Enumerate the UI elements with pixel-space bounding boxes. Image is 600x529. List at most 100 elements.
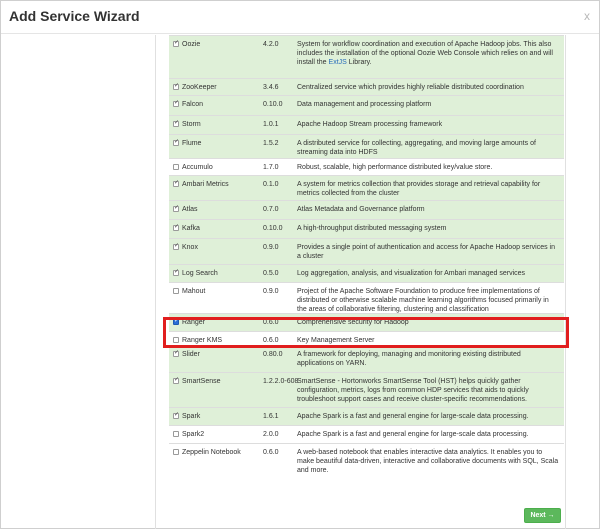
service-description: Apache Hadoop Stream processing framewor… bbox=[297, 120, 559, 129]
service-row: Kafka0.10.0A high-throughput distributed… bbox=[169, 219, 564, 238]
extjs-link[interactable]: ExtJS bbox=[329, 59, 347, 66]
service-name: Storm bbox=[182, 121, 201, 128]
content-divider bbox=[565, 35, 566, 529]
service-description-text: Apache Spark is a fast and general engin… bbox=[297, 431, 529, 438]
service-name: Zeppelin Notebook bbox=[182, 449, 241, 456]
service-name: Ranger bbox=[182, 319, 205, 326]
checkbox-icon bbox=[173, 317, 179, 326]
checkbox-icon bbox=[173, 82, 179, 91]
service-row: Log Search0.5.0Log aggregation, analysis… bbox=[169, 264, 564, 282]
service-name: Knox bbox=[182, 244, 198, 251]
service-description-text: SmartSense - Hortonworks SmartSense Tool… bbox=[297, 378, 529, 403]
checkbox-icon bbox=[173, 411, 179, 420]
service-row: Zeppelin Notebook 0.6.0 A web-based notebo… bbox=[169, 443, 564, 482]
service-row: Storm1.0.1Apache Hadoop Stream processin… bbox=[169, 115, 564, 134]
service-description: Data management and processing platform bbox=[297, 100, 559, 109]
service-name: Atlas bbox=[182, 206, 198, 213]
service-name: Log Search bbox=[182, 270, 218, 277]
service-description: Key Management Server bbox=[297, 336, 559, 345]
service-description-text: A distributed service for collecting, ag… bbox=[297, 140, 536, 156]
service-name: Accumulo bbox=[182, 164, 213, 171]
service-description: A system for metrics collection that pro… bbox=[297, 180, 559, 198]
service-description: Comprehensive security for Hadoop bbox=[297, 318, 559, 327]
checkbox-icon bbox=[173, 119, 179, 128]
checkbox-icon bbox=[173, 376, 179, 385]
service-row: Knox0.9.0Provides a single point of auth… bbox=[169, 238, 564, 264]
service-description-text: Data management and processing platform bbox=[297, 101, 432, 108]
service-description-text: A system for metrics collection that pro… bbox=[297, 181, 541, 197]
service-name: Mahout bbox=[182, 288, 206, 295]
service-description-text: Atlas Metadata and Governance platform bbox=[297, 206, 425, 213]
checkbox-icon bbox=[173, 288, 179, 294]
service-name: Slider bbox=[182, 351, 200, 358]
checkbox-icon bbox=[173, 223, 179, 232]
service-description: Log aggregation, analysis, and visualiza… bbox=[297, 269, 559, 278]
service-description: Atlas Metadata and Governance platform bbox=[297, 205, 559, 214]
service-row: Ranger0.6.0Comprehensive security for Ha… bbox=[169, 313, 564, 331]
service-name: Ranger KMS bbox=[182, 337, 223, 344]
service-name: ZooKeeper bbox=[182, 84, 217, 91]
service-row: Accumulo 1.7.0 Robust, scalable, high perf… bbox=[169, 158, 564, 175]
service-row: Ambari Metrics0.1.0A system for metrics … bbox=[169, 175, 564, 200]
service-row: Spark2 2.0.0 Apache Spark is a fast and ge… bbox=[169, 425, 564, 443]
service-description-text: A web-based notebook that enables intera… bbox=[297, 449, 559, 474]
service-description: Apache Spark is a fast and general engin… bbox=[297, 412, 559, 421]
service-description-text: Provides a single point of authenticatio… bbox=[297, 244, 555, 260]
checkbox-icon bbox=[173, 179, 179, 188]
wizard-steps-panel bbox=[1, 35, 156, 529]
service-name: Ambari Metrics bbox=[182, 181, 229, 188]
checkbox-icon bbox=[173, 138, 179, 147]
dialog-title: Add Service Wizard bbox=[9, 8, 140, 24]
checkbox-icon bbox=[173, 39, 179, 48]
service-name: Spark2 bbox=[182, 431, 205, 438]
service-name: Oozie bbox=[182, 41, 201, 48]
service-description: System for workflow coordination and exe… bbox=[297, 40, 559, 67]
service-description: A web-based notebook that enables intera… bbox=[297, 448, 559, 475]
service-row: SmartSense1.2.2.0-608SmartSense - Horton… bbox=[169, 372, 564, 407]
service-name: Spark bbox=[182, 413, 201, 420]
service-description-text: Comprehensive security for Hadoop bbox=[297, 319, 409, 326]
service-description-text: Robust, scalable, high performance distr… bbox=[297, 164, 493, 171]
checkbox-icon bbox=[173, 204, 179, 213]
service-description: Apache Spark is a fast and general engin… bbox=[297, 430, 559, 439]
checkbox-icon bbox=[173, 431, 179, 437]
service-name: Kafka bbox=[182, 225, 200, 232]
service-row: Mahout 0.9.0 Project of the Apache Softwar… bbox=[169, 282, 564, 313]
checkbox-icon bbox=[173, 268, 179, 277]
checkbox-icon bbox=[173, 164, 179, 170]
service-row: Spark1.6.1Apache Spark is a fast and gen… bbox=[169, 407, 564, 425]
add-service-wizard-dialog: Add Service Wizard x Oozie4.2.0System fo… bbox=[0, 0, 600, 529]
next-button[interactable]: Next → bbox=[524, 508, 561, 523]
service-description-text: Project of the Apache Software Foundatio… bbox=[297, 288, 549, 313]
service-row: Oozie4.2.0System for workflow coordinati… bbox=[169, 35, 564, 78]
checkbox-icon bbox=[173, 349, 179, 358]
service-description-text: Centralized service which provides highl… bbox=[297, 84, 524, 91]
service-row: Falcon0.10.0Data management and processi… bbox=[169, 95, 564, 115]
service-description: A framework for deploying, managing and … bbox=[297, 350, 559, 368]
service-description-text: Apache Hadoop Stream processing framewor… bbox=[297, 121, 443, 128]
service-description-text: A framework for deploying, managing and … bbox=[297, 351, 521, 367]
service-row: Slider0.80.0A framework for deploying, m… bbox=[169, 345, 564, 372]
service-row: Ranger KMS 0.6.0 Key Management Server bbox=[169, 331, 564, 345]
service-name: SmartSense bbox=[182, 378, 221, 385]
service-name: Falcon bbox=[182, 101, 204, 108]
checkbox-icon bbox=[173, 242, 179, 251]
service-row: Atlas0.7.0Atlas Metadata and Governance … bbox=[169, 200, 564, 219]
service-description-text: Log aggregation, analysis, and visualiza… bbox=[297, 270, 526, 277]
service-row: Flume1.5.2A distributed service for coll… bbox=[169, 134, 564, 158]
service-description-tail: Library. bbox=[346, 59, 372, 66]
service-description-text: Apache Spark is a fast and general engin… bbox=[297, 413, 529, 420]
checkbox-icon bbox=[173, 449, 179, 455]
service-description: A distributed service for collecting, ag… bbox=[297, 139, 559, 157]
service-description: SmartSense - Hortonworks SmartSense Tool… bbox=[297, 377, 559, 404]
close-icon[interactable]: x bbox=[584, 9, 590, 23]
service-description: A high-throughput distributed messaging … bbox=[297, 224, 559, 233]
checkbox-icon bbox=[173, 99, 179, 108]
service-description: Project of the Apache Software Foundatio… bbox=[297, 287, 559, 314]
service-description-text: A high-throughput distributed messaging … bbox=[297, 225, 447, 232]
service-description: Centralized service which provides highl… bbox=[297, 83, 559, 92]
service-description-text: Key Management Server bbox=[297, 337, 375, 344]
service-row: ZooKeeper3.4.6Centralized service which … bbox=[169, 78, 564, 95]
service-description: Robust, scalable, high performance distr… bbox=[297, 163, 559, 172]
checkbox-icon bbox=[173, 337, 179, 343]
